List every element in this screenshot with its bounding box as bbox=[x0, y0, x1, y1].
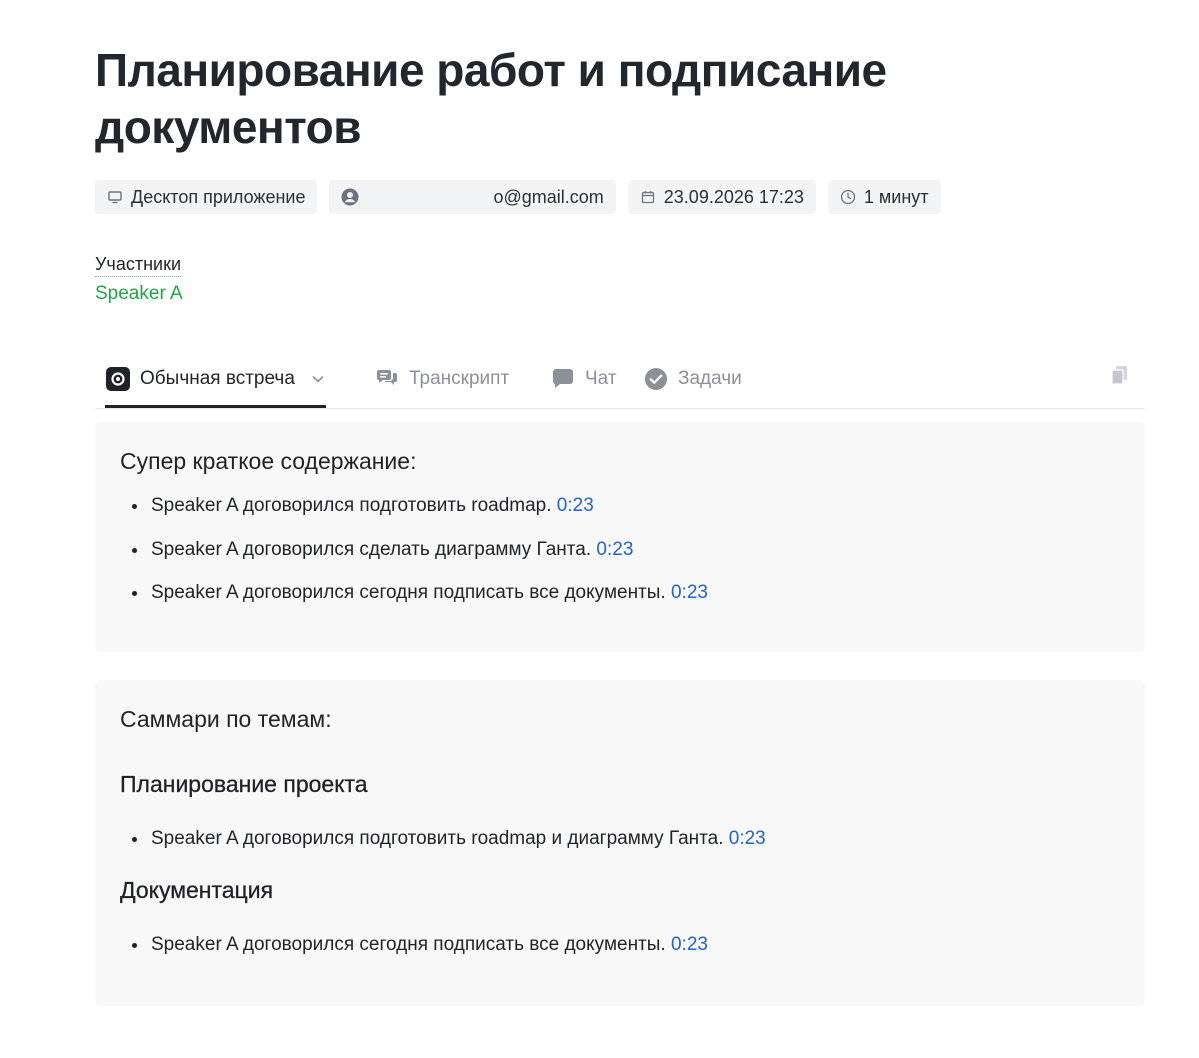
participant-item[interactable]: Speaker A bbox=[95, 283, 183, 305]
list-item: Speaker A договорился сегодня подписать … bbox=[120, 933, 708, 977]
timestamp-link[interactable]: 0:23 bbox=[596, 539, 633, 560]
tab-meeting-type[interactable]: Обычная встреча bbox=[105, 352, 326, 408]
list-item: Speaker A договорился сделать диаграмму … bbox=[120, 538, 708, 582]
list-item: Speaker A договорился подготовить roadma… bbox=[120, 494, 708, 538]
list-item: Speaker A договорился подготовить roadma… bbox=[120, 827, 766, 871]
participants-label: Участники bbox=[95, 254, 181, 277]
meeting-summary-page: Планирование работ и подписание документ… bbox=[0, 0, 1199, 1058]
topic-title: Планирование проекта bbox=[120, 771, 368, 797]
chat-bubble-icon bbox=[551, 367, 575, 391]
source-label: Десктоп приложение bbox=[131, 186, 306, 207]
timestamp-link[interactable]: 0:23 bbox=[557, 495, 594, 516]
user-email: o@gmail.com bbox=[493, 186, 604, 207]
page-title: Планирование работ и подписание документ… bbox=[95, 44, 887, 153]
topic-list: Speaker A договорился подготовить roadma… bbox=[120, 827, 766, 871]
meeting-meta-row: Десктоп приложение o@gmail.com 23.09.202… bbox=[95, 180, 941, 214]
date-chip: 23.09.2026 17:23 bbox=[627, 180, 816, 214]
clock-icon bbox=[840, 189, 856, 205]
monitor-icon bbox=[107, 189, 123, 205]
redacted-area bbox=[373, 187, 494, 207]
chevron-down-icon[interactable] bbox=[311, 372, 325, 386]
tab-label: Чат bbox=[585, 368, 617, 389]
speech-bubbles-icon bbox=[375, 367, 399, 391]
item-text: Speaker A договорился сегодня подписать … bbox=[151, 934, 666, 955]
user-chip: o@gmail.com bbox=[329, 180, 616, 214]
summary-card: Супер краткое содержание: Speaker A дого… bbox=[95, 422, 1145, 652]
item-text: Speaker A договорился сделать диаграмму … bbox=[151, 538, 592, 560]
item-text: Speaker A договорился сегодня подписать … bbox=[151, 582, 666, 603]
tab-label: Обычная встреча bbox=[140, 368, 295, 389]
timestamp-link[interactable]: 0:23 bbox=[729, 828, 766, 849]
calendar-icon bbox=[640, 189, 656, 205]
copy-icon[interactable] bbox=[1109, 364, 1131, 388]
duration-chip: 1 минут bbox=[827, 180, 941, 214]
summary-list: Speaker A договорился подготовить roadma… bbox=[120, 494, 708, 625]
item-text: Speaker A договорился подготовить roadma… bbox=[151, 495, 552, 516]
tab-label: Задачи bbox=[678, 368, 742, 389]
timestamp-link[interactable]: 0:23 bbox=[671, 934, 708, 955]
source-chip: Десктоп приложение bbox=[95, 180, 318, 214]
timestamp-link[interactable]: 0:23 bbox=[671, 582, 708, 603]
record-icon bbox=[106, 367, 130, 391]
summary-heading: Супер краткое содержание: bbox=[120, 448, 417, 474]
topics-card: Саммари по темам: Планирование проекта S… bbox=[95, 680, 1145, 1006]
tab-bar: Обычная встреча Транскрипт Чат Задачи bbox=[95, 352, 1145, 409]
check-circle-icon bbox=[644, 367, 668, 391]
list-item: Speaker A договорился сегодня подписать … bbox=[120, 581, 708, 625]
tab-label: Транскрипт bbox=[409, 368, 510, 389]
tab-tasks[interactable]: Задачи bbox=[644, 352, 742, 406]
topic-title: Документация bbox=[120, 877, 274, 903]
tab-transcript[interactable]: Транскрипт bbox=[375, 352, 509, 406]
participants-block: Участники Speaker A bbox=[95, 254, 183, 305]
item-text: Speaker A договорился подготовить roadma… bbox=[151, 828, 724, 849]
date-label: 23.09.2026 17:23 bbox=[663, 186, 804, 207]
duration-label: 1 минут bbox=[863, 186, 929, 207]
topic-list: Speaker A договорился сегодня подписать … bbox=[120, 933, 708, 977]
tab-chat[interactable]: Чат bbox=[551, 352, 617, 406]
user-circle-icon bbox=[341, 188, 359, 206]
topics-heading: Саммари по темам: bbox=[120, 706, 332, 732]
